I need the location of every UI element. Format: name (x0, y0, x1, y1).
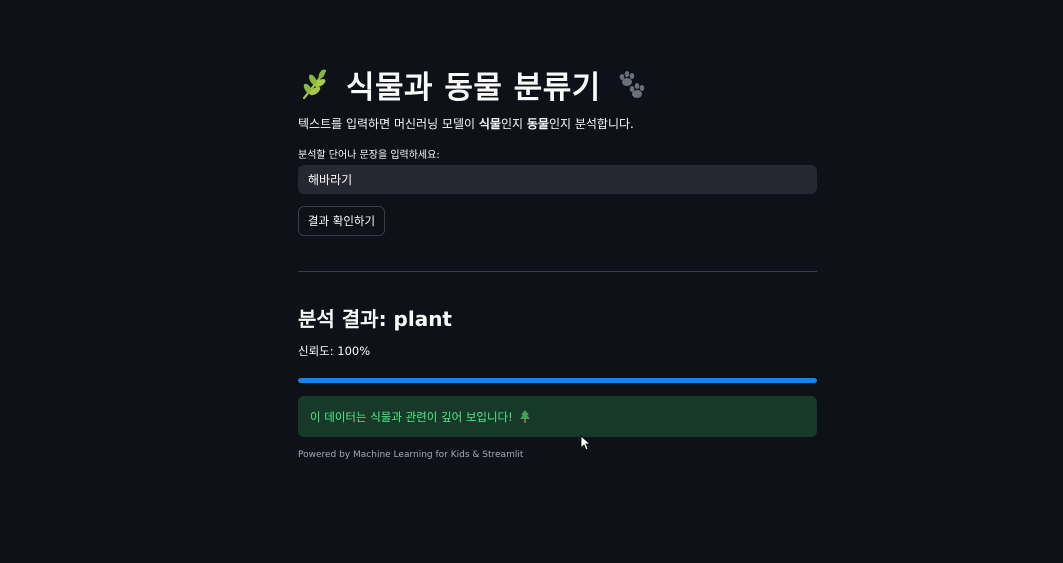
description-plant-word: 식물 (478, 117, 501, 131)
mouse-cursor-icon (580, 435, 590, 451)
description-middle: 인지 (500, 117, 527, 131)
paw-prints-icon (619, 71, 645, 98)
text-input[interactable] (298, 165, 817, 194)
description-text: 텍스트를 입력하면 머신러닝 모델이 식물인지 동물인지 분석합니다. (298, 115, 634, 132)
divider (298, 271, 817, 272)
confidence-progress-fill (298, 378, 817, 383)
confidence-text: 신뢰도: 100% (298, 344, 371, 358)
success-alert: 이 데이터는 식물과 관련이 깊어 보입니다! (298, 396, 817, 437)
confidence-progress-bar (298, 378, 817, 383)
page-title-text: 식물과 동물 분류기 (346, 69, 601, 106)
footer-text: Powered by Machine Learning for Kids & S… (298, 450, 524, 460)
text-input-label: 분석할 단어나 문장을 입력하세요: (298, 150, 440, 161)
description-animal-word: 동물 (526, 117, 549, 131)
success-alert-text: 이 데이터는 식물과 관련이 깊어 보입니다! (310, 409, 513, 424)
evergreen-tree-icon (519, 410, 530, 423)
description-prefix: 텍스트를 입력하면 머신러닝 모델이 (298, 117, 479, 131)
description-suffix: 인지 분석합니다. (548, 117, 634, 131)
page-title: 식물과 동물 분류기 (298, 62, 817, 106)
result-heading: 분석 결과: plant (298, 307, 452, 331)
herb-icon (302, 69, 327, 100)
check-result-button[interactable]: 결과 확인하기 (298, 206, 385, 236)
